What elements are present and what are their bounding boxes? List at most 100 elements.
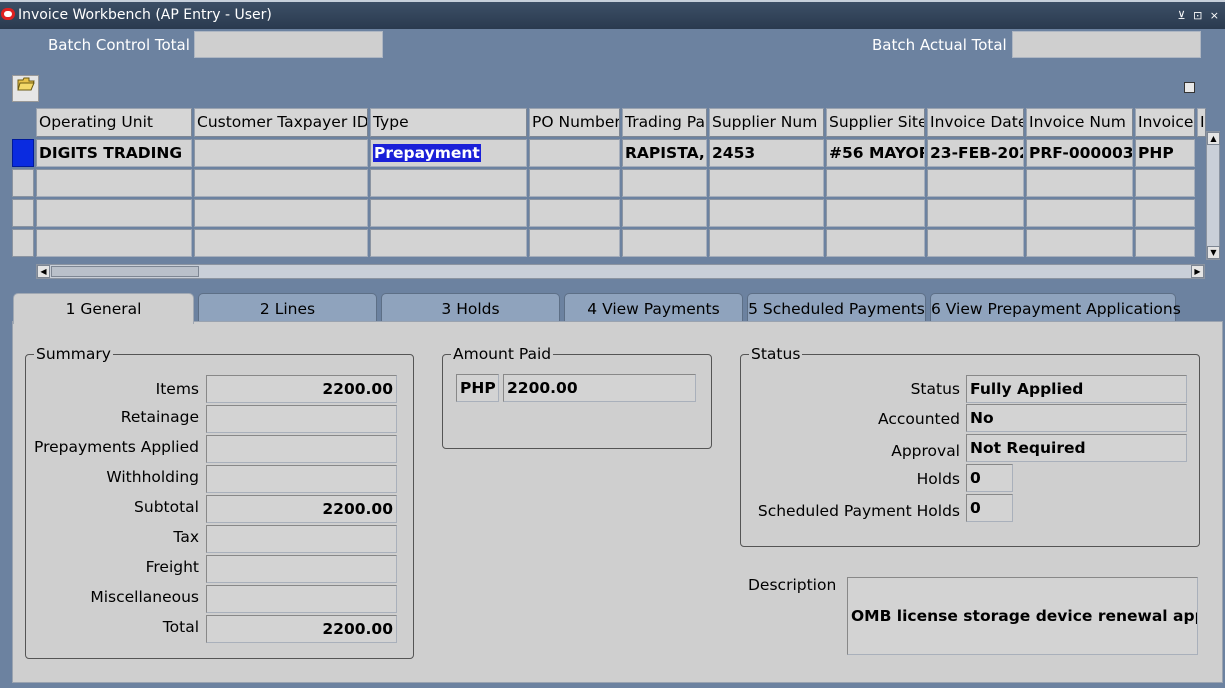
tab-general[interactable]: 1 General	[13, 293, 194, 324]
scheduled-payment-holds-label: Scheduled Payment Holds	[757, 502, 960, 520]
table-row-cell[interactable]	[1135, 169, 1195, 197]
table-row-cell[interactable]	[709, 229, 824, 257]
cell-invoice-num[interactable]: PRF-0000035	[1026, 139, 1133, 167]
retainage-label: Retainage	[120, 408, 199, 426]
col-operating-unit[interactable]: Operating Unit	[36, 108, 192, 137]
cell-supplier-site[interactable]: #56 MAYOR	[826, 139, 925, 167]
cell-customer-taxpayer-id[interactable]	[194, 139, 368, 167]
tab-view-payments[interactable]: 4 View Payments	[564, 293, 743, 323]
table-row-cell[interactable]	[36, 229, 192, 257]
table-row-cell[interactable]	[194, 229, 368, 257]
status-field[interactable]: Fully Applied	[966, 375, 1187, 403]
table-row-cell[interactable]	[927, 229, 1024, 257]
table-row-cell[interactable]	[36, 169, 192, 197]
vertical-scrollbar[interactable]: ▲ ▼	[1206, 131, 1220, 260]
table-row-cell[interactable]	[1135, 199, 1195, 227]
amount-paid-value-field[interactable]: 2200.00	[503, 374, 696, 402]
col-more[interactable]: I	[1197, 108, 1206, 137]
accounted-field[interactable]: No	[966, 404, 1187, 432]
horizontal-scrollbar[interactable]: ◀ ▶	[36, 264, 1205, 279]
col-po-number[interactable]: PO Number	[529, 108, 620, 137]
tab-scheduled-payments[interactable]: 5 Scheduled Payments	[747, 293, 926, 323]
scheduled-payment-holds-field[interactable]: 0	[966, 494, 1013, 522]
table-row-cell[interactable]	[36, 199, 192, 227]
col-invoice-date[interactable]: Invoice Date	[927, 108, 1024, 137]
cell-invoice-currency[interactable]: PHP	[1135, 139, 1195, 167]
scroll-right-icon[interactable]: ▶	[1191, 265, 1204, 278]
row-selector-4[interactable]	[12, 229, 34, 257]
amount-paid-currency-field[interactable]: PHP	[456, 374, 499, 402]
subtotal-field[interactable]: 2200.00	[206, 495, 397, 523]
scroll-down-icon[interactable]: ▼	[1207, 246, 1220, 259]
table-row-cell[interactable]	[826, 199, 925, 227]
items-field[interactable]: 2200.00	[206, 375, 397, 403]
freight-label: Freight	[145, 558, 199, 576]
description-field[interactable]: OMB license storage device renewal appli…	[847, 577, 1198, 655]
freight-field[interactable]	[206, 555, 397, 583]
cell-type-selected-text: Prepayment	[373, 144, 481, 162]
cell-operating-unit[interactable]: DIGITS TRADING	[36, 139, 192, 167]
col-supplier-num[interactable]: Supplier Num	[709, 108, 824, 137]
cell-trading-partner[interactable]: RAPISTA,	[622, 139, 707, 167]
col-customer-taxpayer-id[interactable]: Customer Taxpayer ID	[194, 108, 368, 137]
prepayments-applied-field[interactable]	[206, 435, 397, 463]
subtotal-label: Subtotal	[134, 498, 199, 516]
col-type[interactable]: Type	[370, 108, 527, 137]
table-row-cell[interactable]	[927, 199, 1024, 227]
withholding-field[interactable]	[206, 465, 397, 493]
table-row-cell[interactable]	[709, 199, 824, 227]
table-row-cell[interactable]	[1026, 229, 1133, 257]
col-invoice-num[interactable]: Invoice Num	[1026, 108, 1133, 137]
row-selector-1[interactable]	[12, 139, 34, 167]
total-field[interactable]: 2200.00	[206, 615, 397, 643]
horizontal-scroll-thumb[interactable]	[51, 266, 199, 277]
table-row-cell[interactable]	[826, 229, 925, 257]
table-row-cell[interactable]	[622, 169, 707, 197]
table-row-cell[interactable]	[529, 229, 620, 257]
folder-open-icon[interactable]	[12, 75, 39, 102]
batch-control-total-field[interactable]	[194, 31, 383, 58]
cell-supplier-num[interactable]: 2453	[709, 139, 824, 167]
cell-po-number[interactable]	[529, 139, 620, 167]
table-row-cell[interactable]	[194, 169, 368, 197]
scroll-up-icon[interactable]: ▲	[1207, 132, 1220, 145]
table-row-cell[interactable]	[622, 199, 707, 227]
table-row-cell[interactable]	[370, 229, 527, 257]
table-row-cell[interactable]	[370, 199, 527, 227]
table-row-cell[interactable]	[622, 229, 707, 257]
row-selector-2[interactable]	[12, 169, 34, 197]
tab-holds[interactable]: 3 Holds	[381, 293, 560, 323]
summary-group-title: Summary	[34, 345, 113, 363]
scroll-left-icon[interactable]: ◀	[37, 265, 50, 278]
status-label: Status	[910, 380, 960, 398]
table-row-cell[interactable]	[1135, 229, 1195, 257]
approval-field[interactable]: Not Required	[966, 434, 1187, 462]
tab-view-prepayment-applications[interactable]: 6 View Prepayment Applications	[930, 293, 1181, 323]
table-row-cell[interactable]	[529, 199, 620, 227]
table-row-cell[interactable]	[194, 199, 368, 227]
table-row-cell[interactable]	[927, 169, 1024, 197]
tab-lines[interactable]: 2 Lines	[198, 293, 377, 323]
batch-actual-total-field[interactable]	[1012, 31, 1201, 58]
retainage-field[interactable]	[206, 405, 397, 433]
miscellaneous-field[interactable]	[206, 585, 397, 613]
total-label: Total	[162, 618, 199, 636]
tax-field[interactable]	[206, 525, 397, 553]
table-row-cell[interactable]	[1026, 169, 1133, 197]
col-supplier-site[interactable]: Supplier Site	[826, 108, 925, 137]
record-indicator-checkbox[interactable]	[1184, 82, 1195, 93]
table-row-cell[interactable]	[709, 169, 824, 197]
table-row-cell[interactable]	[370, 169, 527, 197]
table-row-cell[interactable]	[529, 169, 620, 197]
window-controls[interactable]: ⊻ ⊡ ×	[1178, 2, 1221, 29]
col-trading-partner[interactable]: Trading Pa	[622, 108, 707, 137]
col-invoice-currency[interactable]: Invoice	[1135, 108, 1195, 137]
table-row-cell[interactable]	[1026, 199, 1133, 227]
row-selector-3[interactable]	[12, 199, 34, 227]
description-label: Description	[748, 576, 837, 594]
holds-field[interactable]: 0	[966, 464, 1013, 492]
table-row-cell[interactable]	[826, 169, 925, 197]
cell-invoice-date[interactable]: 23-FEB-202	[927, 139, 1024, 167]
cell-type[interactable]: Prepayment	[370, 139, 527, 167]
oracle-logo-icon	[1, 8, 15, 20]
